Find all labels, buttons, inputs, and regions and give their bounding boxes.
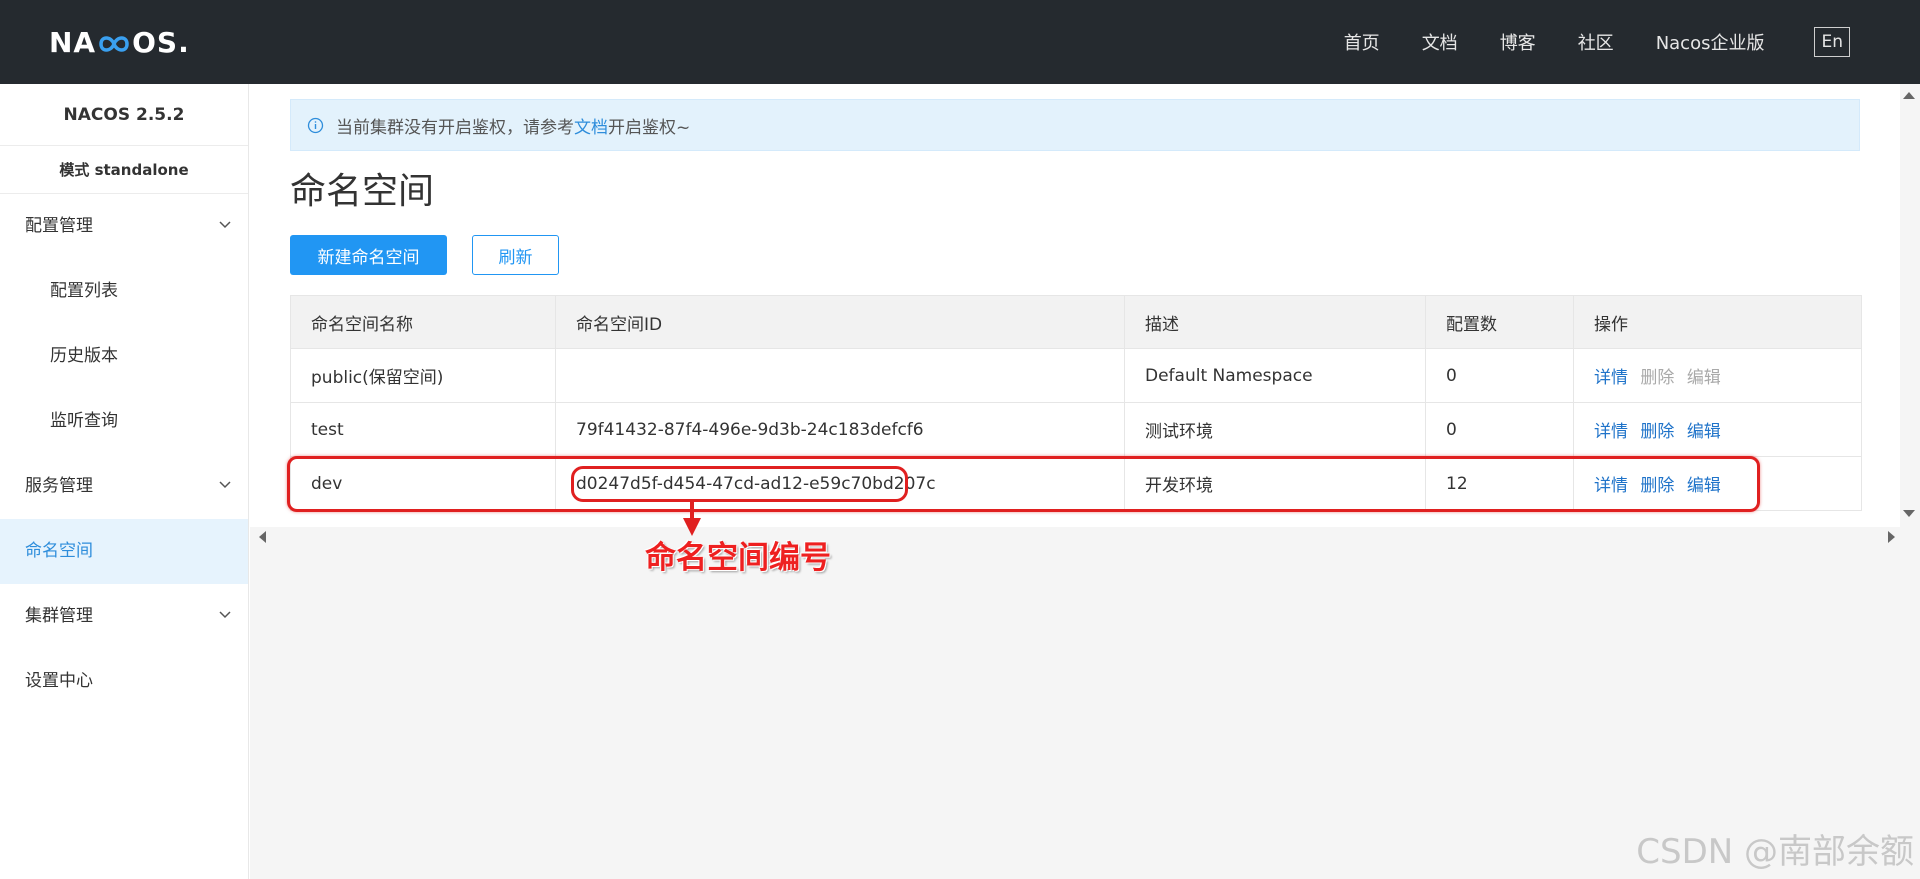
create-namespace-button[interactable]: 新建命名空间 (290, 235, 447, 275)
top-nav-links: 首页 文档 博客 社区 Nacos企业版 En (1302, 0, 1850, 84)
scroll-down-arrow-icon[interactable] (1902, 508, 1916, 520)
delete-link[interactable]: 删除 (1640, 422, 1674, 442)
column-header-name: 命名空间名称 (290, 295, 556, 349)
info-icon (307, 117, 324, 133)
cell-namespace-name: public(保留空间) (290, 348, 556, 403)
refresh-button[interactable]: 刷新 (472, 235, 559, 275)
cell-config-count: 0 (1425, 348, 1574, 403)
watermark: CSDN @南部余额 (1636, 832, 1914, 872)
nacos-logo[interactable]: NA OS. (49, 22, 190, 62)
mode-label: 模式 standalone (0, 146, 248, 194)
nav-home[interactable]: 首页 (1344, 29, 1380, 55)
scroll-right-arrow-icon[interactable] (1886, 530, 1898, 544)
scroll-left-arrow-icon[interactable] (256, 530, 268, 544)
sidebar-item-settings[interactable]: 设置中心 (0, 649, 248, 714)
edit-link: 编辑 (1686, 368, 1721, 388)
top-navbar: NA OS. 首页 文档 博客 社区 Nacos企业版 En (0, 0, 1920, 84)
column-header-description: 描述 (1124, 295, 1426, 349)
annotation-label: 命名空间编号 (645, 540, 831, 576)
cell-actions: 详情 删除 编辑 (1573, 348, 1862, 403)
sidebar-item-listener-query[interactable]: 监听查询 (0, 389, 248, 454)
cell-namespace-name: test (290, 402, 556, 457)
sidebar-item-label: 命名空间 (25, 541, 93, 561)
edit-link[interactable]: 编辑 (1687, 422, 1721, 442)
column-header-id: 命名空间ID (555, 295, 1125, 349)
details-link[interactable]: 详情 (1594, 422, 1628, 442)
cell-config-count: 0 (1425, 402, 1574, 457)
notice-docs-link[interactable]: 文档 (574, 113, 608, 138)
chevron-down-icon (219, 611, 231, 619)
page-title: 命名空间 (290, 171, 435, 212)
chevron-down-icon (219, 221, 231, 229)
notice-text-prefix: 当前集群没有开启鉴权，请参考 (336, 117, 574, 138)
table-row: test 79f41432-87f4-496e-9d3b-24c183defcf… (290, 402, 1862, 457)
sidebar-item-config-management[interactable]: 配置管理 (0, 194, 248, 259)
sidebar-item-label: 集群管理 (25, 606, 93, 626)
logo-infinity-icon (99, 36, 129, 52)
column-header-config-count: 配置数 (1425, 295, 1574, 349)
annotation-row-highlight (287, 456, 1760, 512)
nav-docs[interactable]: 文档 (1422, 29, 1458, 55)
chevron-down-icon (219, 481, 231, 489)
cell-namespace-id: 79f41432-87f4-496e-9d3b-24c183defcf6 (555, 402, 1125, 457)
details-link[interactable]: 详情 (1594, 368, 1628, 388)
auth-notice: 当前集群没有开启鉴权，请参考 文档 开启鉴权~ (290, 99, 1860, 151)
column-header-actions: 操作 (1573, 295, 1862, 349)
sidebar-item-history[interactable]: 历史版本 (0, 324, 248, 389)
annotation-id-highlight (571, 466, 908, 502)
cell-actions: 详情 删除 编辑 (1573, 402, 1862, 457)
sidebar-item-label: 配置列表 (50, 281, 118, 301)
cell-namespace-id (555, 348, 1125, 403)
sidebar-item-label: 监听查询 (50, 411, 118, 431)
language-toggle-button[interactable]: En (1814, 27, 1850, 57)
nav-enterprise[interactable]: Nacos企业版 (1656, 29, 1765, 55)
notice-text-suffix: 开启鉴权~ (608, 117, 691, 138)
nav-blog[interactable]: 博客 (1500, 29, 1536, 55)
table-header-row: 命名空间名称 命名空间ID 描述 配置数 操作 (290, 295, 1862, 349)
version-label: NACOS 2.5.2 (0, 84, 248, 146)
cell-description: 测试环境 (1124, 402, 1426, 457)
sidebar-item-label: 配置管理 (25, 216, 93, 236)
scroll-up-arrow-icon[interactable] (1902, 89, 1916, 101)
sidebar-item-namespace[interactable]: 命名空间 (0, 519, 248, 584)
delete-link: 删除 (1640, 368, 1675, 388)
logo-text-na: NA (49, 25, 97, 59)
sidebar-item-service-management[interactable]: 服务管理 (0, 454, 248, 519)
table-row: public(保留空间) Default Namespace 0 详情 删除 编… (290, 348, 1862, 403)
sidebar: NACOS 2.5.2 模式 standalone 配置管理 配置列表 历史版本… (0, 84, 249, 879)
sidebar-item-label: 设置中心 (25, 671, 93, 691)
nav-community[interactable]: 社区 (1578, 29, 1614, 55)
cell-description: Default Namespace (1124, 348, 1426, 403)
sidebar-item-config-list[interactable]: 配置列表 (0, 259, 248, 324)
sidebar-item-cluster-management[interactable]: 集群管理 (0, 584, 248, 649)
sidebar-item-label: 服务管理 (25, 476, 93, 496)
logo-text-os: OS. (132, 25, 190, 59)
sidebar-item-label: 历史版本 (50, 346, 118, 366)
